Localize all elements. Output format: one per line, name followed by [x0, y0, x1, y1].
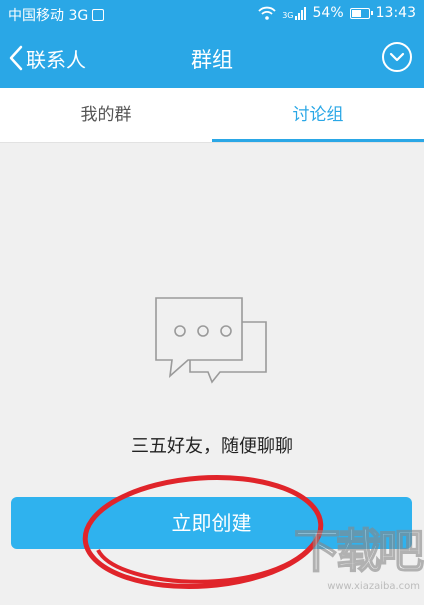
tab-my-groups[interactable]: 我的群 — [0, 88, 212, 142]
title-bar: 联系人 群组 — [0, 28, 424, 88]
battery-icon — [349, 7, 373, 19]
wifi-icon — [258, 6, 276, 20]
image-notification-icon — [92, 9, 105, 21]
empty-state-message: 三五好友，随便聊聊 — [131, 436, 293, 457]
signal-icon: 3G — [282, 6, 306, 20]
tab-bar: 我的群 讨论组 — [0, 88, 424, 143]
status-bar: 中国移动 3G 3G 54% 13:43 — [0, 0, 424, 28]
watermark-url: www.xiazaiba.com — [327, 581, 420, 592]
chat-bubbles-icon — [155, 297, 267, 384]
clock: 13:43 — [375, 5, 416, 21]
status-left: 中国移动 3G — [8, 5, 105, 25]
status-right: 3G 54% 13:43 — [258, 5, 416, 21]
page-title: 群组 — [191, 48, 233, 72]
tab-discussion-groups[interactable]: 讨论组 — [212, 88, 424, 142]
active-tab-indicator — [212, 139, 424, 142]
more-menu-button[interactable] — [382, 42, 412, 72]
chevron-down-icon — [389, 52, 405, 62]
network-type-label: 3G — [282, 11, 294, 20]
carrier-label: 中国移动 3G — [8, 8, 89, 24]
watermark-logo-text: 下载吧 — [293, 523, 424, 579]
battery-percent: 54% — [312, 5, 344, 21]
watermark-logo: 下载吧 www.xiazaiba.com — [290, 521, 424, 601]
